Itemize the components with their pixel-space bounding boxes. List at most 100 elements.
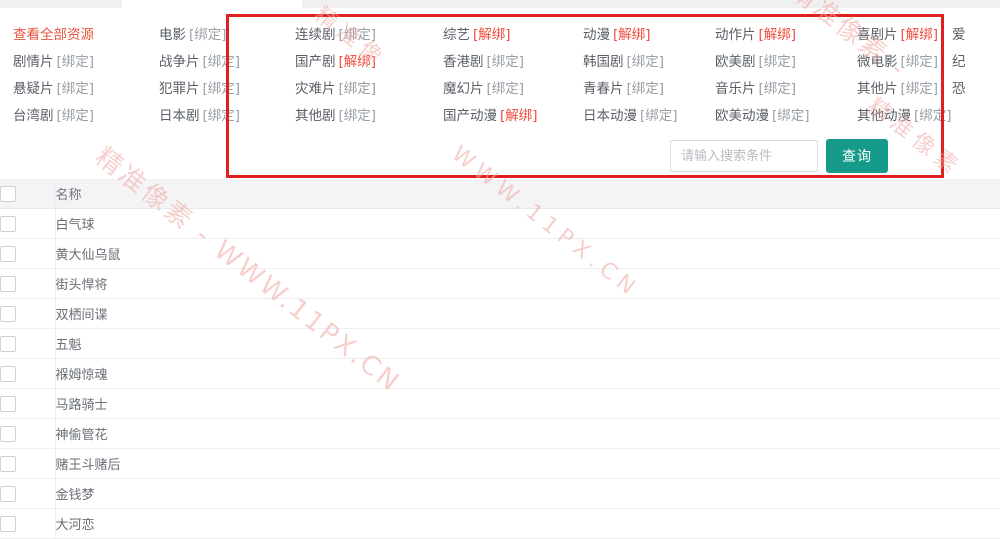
bind-action-link[interactable]: [绑定]	[759, 81, 797, 97]
category-item-剧情片[interactable]: 剧情片 [绑定]	[0, 49, 159, 76]
unbind-action-link[interactable]: [解绑]	[901, 27, 939, 43]
category-item-国产剧[interactable]: 国产剧 [解绑]	[295, 49, 443, 76]
row-checkbox[interactable]	[0, 275, 16, 292]
category-item-动漫[interactable]: 动漫 [解绑]	[583, 22, 715, 49]
category-item-青春片[interactable]: 青春片 [绑定]	[583, 76, 715, 103]
bind-action-link[interactable]: [绑定]	[339, 27, 377, 43]
bind-action-link[interactable]: [绑定]	[203, 108, 241, 124]
row-select-cell	[0, 388, 56, 419]
bind-action-link[interactable]: [绑定]	[914, 108, 952, 124]
row-checkbox[interactable]	[0, 245, 16, 262]
bind-action-link[interactable]: [绑定]	[203, 81, 241, 97]
unbind-action-link[interactable]: [解绑]	[500, 108, 538, 124]
category-name: 剧情片	[13, 54, 54, 70]
table-row[interactable]: 黄大仙乌鼠	[0, 238, 1000, 269]
bind-action-link[interactable]: [绑定]	[640, 108, 678, 124]
category-item-战争片[interactable]: 战争片 [绑定]	[159, 49, 295, 76]
category-item-电影[interactable]: 电影 [绑定]	[159, 22, 295, 49]
resource-name-cell: 街头悍将	[55, 268, 1000, 299]
bind-action-link[interactable]: [绑定]	[339, 108, 377, 124]
bind-action-link[interactable]: [绑定]	[901, 81, 939, 97]
category-item-喜剧片[interactable]: 喜剧片 [解绑]	[857, 22, 952, 49]
table-row[interactable]: 双栖间谍	[0, 298, 1000, 329]
category-item-台湾剧[interactable]: 台湾剧 [绑定]	[0, 103, 159, 130]
bind-action-link[interactable]: [绑定]	[487, 81, 525, 97]
category-name: 悬疑片	[13, 81, 54, 97]
category-name: 微电影	[857, 54, 898, 70]
category-name: 动作片	[715, 27, 756, 43]
row-checkbox[interactable]	[0, 365, 16, 382]
bind-action-link[interactable]: [绑定]	[57, 81, 95, 97]
category-item-悬疑片[interactable]: 悬疑片 [绑定]	[0, 76, 159, 103]
bind-action-link[interactable]: [绑定]	[901, 54, 939, 70]
bind-action-link[interactable]: [绑定]	[627, 54, 665, 70]
unbind-action-link[interactable]: [解绑]	[613, 27, 651, 43]
category-item-连续剧[interactable]: 连续剧 [绑定]	[295, 22, 443, 49]
category-name: 欧美剧	[715, 54, 756, 70]
table-row[interactable]: 五魁	[0, 328, 1000, 359]
category-item-香港剧[interactable]: 香港剧 [绑定]	[443, 49, 583, 76]
category-name: 爱	[952, 27, 966, 43]
category-item-日本剧[interactable]: 日本剧 [绑定]	[159, 103, 295, 130]
row-checkbox[interactable]	[0, 425, 16, 442]
row-checkbox[interactable]	[0, 305, 16, 322]
bind-action-link[interactable]: [绑定]	[339, 81, 377, 97]
category-item-爱[interactable]: 爱	[952, 22, 1000, 49]
table-row[interactable]: 金钱梦	[0, 478, 1000, 509]
bind-action-link[interactable]: [绑定]	[203, 54, 241, 70]
category-item-犯罪片[interactable]: 犯罪片 [绑定]	[159, 76, 295, 103]
bind-action-link[interactable]: [绑定]	[57, 108, 95, 124]
unbind-action-link[interactable]: [解绑]	[339, 54, 377, 70]
row-checkbox[interactable]	[0, 455, 16, 472]
row-select-cell	[0, 328, 56, 359]
category-item-欧美动漫[interactable]: 欧美动漫 [绑定]	[715, 103, 857, 130]
category-item-综艺[interactable]: 综艺 [解绑]	[443, 22, 583, 49]
bind-action-link[interactable]: [绑定]	[487, 54, 525, 70]
table-row[interactable]: 街头悍将	[0, 268, 1000, 299]
category-row: 查看全部资源 电影 [绑定] 连续剧 [绑定] 综艺 [解绑] 动漫 [解绑] 动作片 [解绑] 喜剧…	[0, 22, 1000, 49]
category-name: 其他剧	[295, 108, 336, 124]
category-row: 悬疑片 [绑定] 犯罪片 [绑定] 灾难片 [绑定] 魔幻片 [绑定] 青春片 [绑定] 音乐片 [绑…	[0, 76, 1000, 103]
table-row[interactable]: 大河恋	[0, 508, 1000, 539]
search-input[interactable]	[670, 140, 818, 172]
category-item-灾难片[interactable]: 灾难片 [绑定]	[295, 76, 443, 103]
category-item-动作片[interactable]: 动作片 [解绑]	[715, 22, 857, 49]
table-row[interactable]: 马路骑士	[0, 388, 1000, 419]
category-name: 香港剧	[443, 54, 484, 70]
category-item-欧美剧[interactable]: 欧美剧 [绑定]	[715, 49, 857, 76]
category-binding-panel: 查看全部资源 电影 [绑定] 连续剧 [绑定] 综艺 [解绑] 动漫 [解绑] 动作片 [解绑] 喜剧…	[0, 8, 1000, 178]
category-item-微电影[interactable]: 微电影 [绑定]	[857, 49, 952, 76]
unbind-action-link[interactable]: [解绑]	[759, 27, 797, 43]
category-item-日本动漫[interactable]: 日本动漫 [绑定]	[583, 103, 715, 130]
table-row[interactable]: 神偷管花	[0, 418, 1000, 449]
category-item-魔幻片[interactable]: 魔幻片 [绑定]	[443, 76, 583, 103]
category-name: 连续剧	[295, 27, 336, 43]
category-item-恐[interactable]: 恐	[952, 76, 1000, 103]
row-checkbox[interactable]	[0, 395, 16, 412]
row-checkbox[interactable]	[0, 515, 16, 532]
row-checkbox[interactable]	[0, 215, 16, 232]
select-all-checkbox[interactable]	[0, 185, 16, 202]
tab-segment-active[interactable]	[122, 0, 302, 8]
search-button[interactable]: 查询	[826, 139, 888, 173]
category-item-纪[interactable]: 纪	[952, 49, 1000, 76]
category-item-其他片[interactable]: 其他片 [绑定]	[857, 76, 952, 103]
table-row[interactable]: 白气球	[0, 208, 1000, 239]
category-item-音乐片[interactable]: 音乐片 [绑定]	[715, 76, 857, 103]
bind-action-link[interactable]: [绑定]	[189, 27, 227, 43]
category-item-国产动漫[interactable]: 国产动漫 [解绑]	[443, 103, 583, 130]
table-row[interactable]: 褓姆惊魂	[0, 358, 1000, 389]
category-item-其他剧[interactable]: 其他剧 [绑定]	[295, 103, 443, 130]
category-item-其他动漫[interactable]: 其他动漫 [绑定]	[857, 103, 952, 130]
row-checkbox[interactable]	[0, 335, 16, 352]
bind-action-link[interactable]: [绑定]	[772, 108, 810, 124]
table-row[interactable]: 赌王斗赌后	[0, 448, 1000, 479]
category-item-查看全部资源[interactable]: 查看全部资源	[0, 22, 159, 49]
category-item-韩国剧[interactable]: 韩国剧 [绑定]	[583, 49, 715, 76]
unbind-action-link[interactable]: [解绑]	[473, 27, 511, 43]
bind-action-link[interactable]: [绑定]	[57, 54, 95, 70]
row-checkbox[interactable]	[0, 485, 16, 502]
bind-action-link[interactable]: [绑定]	[627, 81, 665, 97]
category-name: 青春片	[583, 81, 624, 97]
bind-action-link[interactable]: [绑定]	[759, 54, 797, 70]
